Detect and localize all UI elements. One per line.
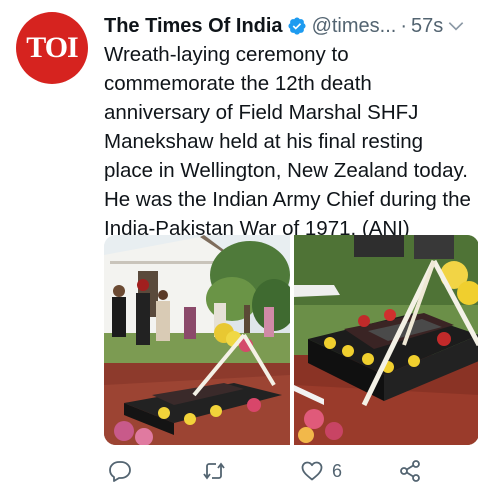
- retweet-button[interactable]: [202, 458, 226, 484]
- media-grid: [104, 235, 478, 445]
- tweet-text-line: He was the Indian Army Chief during the: [104, 188, 471, 211]
- tweet-text-line: anniversary of Field Marshal SHFJ: [104, 101, 419, 124]
- tweet-text-line: commemorate the 12th death: [104, 72, 372, 95]
- avatar[interactable]: TOI: [16, 12, 88, 84]
- share-icon: [400, 460, 420, 482]
- verified-badge-icon: [287, 16, 307, 36]
- reply-icon: [109, 461, 131, 482]
- retweet-icon: [203, 462, 225, 480]
- tweet-timestamp[interactable]: 57s: [411, 15, 443, 38]
- heart-icon: [301, 461, 323, 481]
- tweet-text-line: place in Wellington, New Zealand today.: [104, 159, 468, 182]
- like-count: 6: [332, 460, 343, 481]
- action-bar: 6: [104, 458, 434, 484]
- reply-button[interactable]: [108, 458, 132, 484]
- like-button[interactable]: 6: [300, 458, 342, 484]
- ceremony-photo[interactable]: [104, 235, 290, 445]
- tweet-text-line: Wreath-laying ceremony to: [104, 43, 349, 66]
- grave-closeup-photo[interactable]: [294, 235, 478, 445]
- tweet-header: The Times Of India @times... · 57s: [104, 14, 466, 38]
- tweet-text-line: Manekshaw held at his final resting: [104, 130, 424, 153]
- tweet-text: Wreath-laying ceremony to commemorate th…: [104, 40, 474, 243]
- share-button[interactable]: [398, 458, 422, 484]
- avatar-logo-text: TOI: [26, 31, 78, 64]
- separator-dot: ·: [400, 14, 407, 37]
- chevron-down-icon[interactable]: [446, 16, 466, 36]
- account-handle[interactable]: @times...: [312, 15, 397, 38]
- account-name[interactable]: The Times Of India: [104, 15, 283, 38]
- tweet[interactable]: TOI The Times Of India @times... · 57s W…: [0, 0, 478, 500]
